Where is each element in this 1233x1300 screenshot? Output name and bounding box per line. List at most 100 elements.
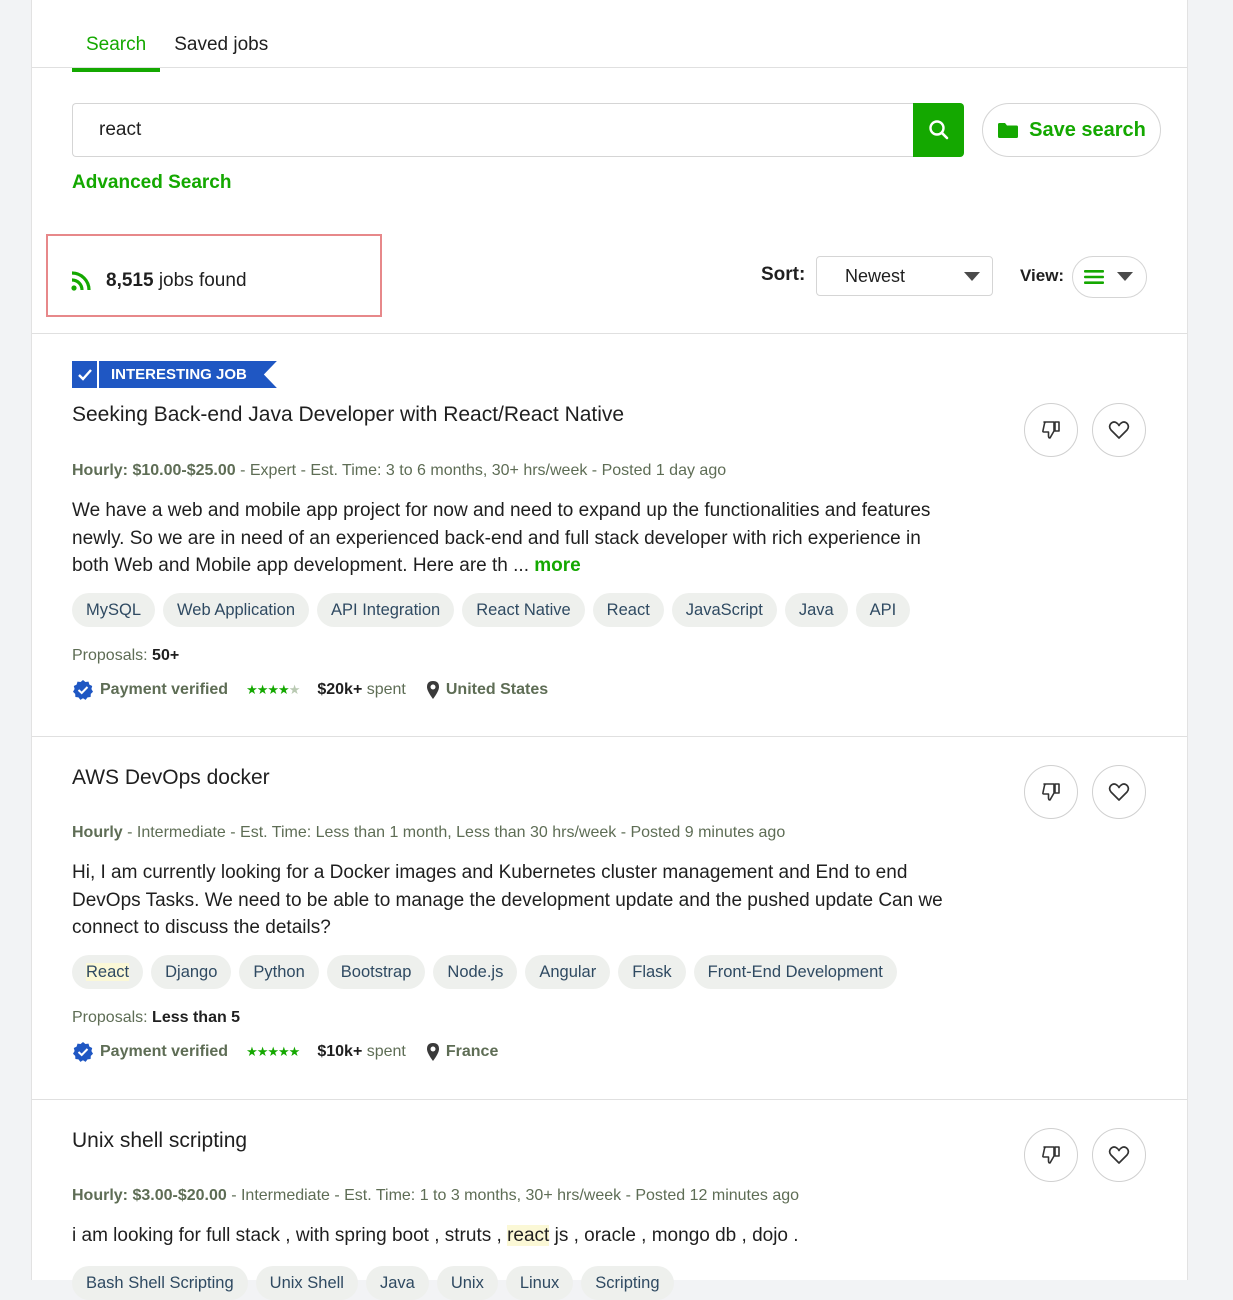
client-location: United States — [426, 680, 548, 700]
save-job-button[interactable] — [1092, 765, 1146, 819]
skill-tag[interactable]: Flask — [618, 955, 686, 989]
dislike-button[interactable] — [1024, 403, 1078, 457]
location-label: France — [445, 1043, 499, 1060]
tab-saved-jobs[interactable]: Saved jobs — [160, 26, 282, 64]
proposals-label: Proposals: — [72, 1009, 148, 1026]
dislike-button[interactable] — [1024, 765, 1078, 819]
skill-tag[interactable]: Unix — [436, 1266, 498, 1300]
job-meta: Hourly - Intermediate - Est. Time: Less … — [72, 824, 785, 842]
skill-tag[interactable]: Java — [365, 1266, 429, 1300]
job-meta-details: - Expert - Est. Time: 3 to 6 months, 30+… — [235, 462, 727, 479]
skill-tag-label: React — [86, 963, 130, 981]
skill-tag[interactable]: Unix Shell — [255, 1266, 358, 1300]
skill-tag[interactable]: JavaScript — [671, 593, 777, 627]
payment-verified: Payment verified — [100, 681, 229, 698]
list-view-icon — [1084, 270, 1104, 284]
skill-tag[interactable]: Bootstrap — [326, 955, 426, 989]
job-title[interactable]: AWS DevOps docker — [72, 766, 270, 790]
verified-badge-icon — [73, 1042, 93, 1062]
skill-tag[interactable]: React — [592, 593, 664, 627]
skill-tag[interactable]: Python — [239, 955, 319, 989]
heart-icon — [1108, 421, 1130, 439]
skill-tag[interactable]: Linux — [505, 1266, 574, 1300]
more-link[interactable]: more — [534, 555, 580, 576]
spent-amount: $20k+ — [317, 681, 363, 698]
job-title[interactable]: Unix shell scripting — [72, 1129, 247, 1153]
spent-label: spent — [362, 681, 406, 698]
client-info: Payment verified ★★★★★ $10k+ spent Franc… — [72, 1041, 498, 1063]
job-description: Hi, I am currently looking for a Docker … — [72, 862, 943, 938]
proposals-value: Less than 5 — [152, 1009, 241, 1026]
badge-label: INTERESTING JOB — [99, 361, 277, 388]
view-toggle[interactable] — [1072, 256, 1147, 298]
search-input[interactable] — [72, 103, 913, 157]
save-search-label: Save search — [1029, 118, 1146, 141]
job-description-text: We have a web and mobile app project for… — [72, 500, 931, 576]
rss-icon[interactable] — [70, 270, 92, 292]
checkmark-icon — [72, 361, 99, 388]
skill-tag[interactable]: API — [855, 593, 911, 627]
rating-stars: ★★★★★ — [246, 1044, 300, 1059]
folder-icon — [998, 122, 1019, 138]
skill-tag[interactable]: Java — [784, 593, 848, 627]
job-card[interactable]: Unix shell scripting Hourly: $3.00-$20.0… — [32, 1100, 1189, 1300]
job-meta: Hourly: $10.00-$25.00 - Expert - Est. Ti… — [72, 462, 726, 480]
skill-tags: MySQL Web Application API Integration Re… — [72, 593, 911, 627]
interesting-job-badge: INTERESTING JOB — [72, 361, 277, 388]
total-spent: $10k+ spent — [317, 1043, 406, 1061]
skill-tag[interactable]: Bash Shell Scripting — [72, 1266, 248, 1300]
desc-before: i am looking for full stack , with sprin… — [72, 1225, 508, 1246]
job-meta-details: - Intermediate - Est. Time: 1 to 3 month… — [226, 1187, 800, 1204]
thumbs-down-icon — [1042, 421, 1060, 439]
job-rate: Hourly: $3.00-$20.00 — [72, 1187, 227, 1204]
job-description: i am looking for full stack , with sprin… — [72, 1222, 952, 1250]
save-search-button[interactable]: Save search — [982, 103, 1161, 157]
search-icon — [928, 120, 948, 140]
advanced-search-link[interactable]: Advanced Search — [72, 172, 231, 194]
proposals: Proposals: 50+ — [72, 647, 179, 665]
heart-icon — [1108, 1146, 1130, 1164]
skill-tag[interactable]: Front-End Development — [693, 955, 897, 989]
dislike-button[interactable] — [1024, 1128, 1078, 1182]
jobs-count: 8,515 — [106, 270, 154, 291]
skill-tag[interactable]: Node.js — [433, 955, 518, 989]
view-label: View: — [1020, 266, 1065, 285]
skill-tag[interactable]: API Integration — [317, 593, 455, 627]
skill-tag[interactable]: Scripting — [581, 1266, 674, 1300]
tab-search[interactable]: Search — [72, 26, 161, 72]
location-pin-icon — [426, 1043, 439, 1061]
jobs-count-suffix: jobs found — [153, 270, 247, 291]
desc-after: js , oracle , mongo db , dojo . — [549, 1225, 799, 1246]
spent-label: spent — [362, 1043, 406, 1060]
job-card[interactable]: INTERESTING JOB Seeking Back-end Java De… — [32, 361, 1189, 736]
skill-tag[interactable]: React — [72, 955, 144, 989]
skill-tag[interactable]: Web Application — [163, 593, 310, 627]
skill-tags: React Django Python Bootstrap Node.js An… — [72, 955, 897, 989]
job-card[interactable]: AWS DevOps docker Hourly - Intermediate … — [32, 737, 1189, 1099]
spent-amount: $10k+ — [317, 1043, 363, 1060]
skill-tag[interactable]: MySQL — [72, 593, 156, 627]
proposals-label: Proposals: — [72, 647, 148, 664]
skill-tag[interactable]: Angular — [525, 955, 611, 989]
skill-tag[interactable]: React Native — [462, 593, 585, 627]
tab-bar: Search Saved jobs — [72, 26, 282, 72]
sort-select[interactable]: Newest — [816, 256, 993, 296]
proposals-value: 50+ — [152, 647, 180, 664]
tabs-divider — [32, 67, 1187, 68]
sort-value: Newest — [845, 265, 906, 286]
job-title[interactable]: Seeking Back-end Java Developer with Rea… — [72, 403, 624, 427]
location-pin-icon — [426, 681, 439, 699]
total-spent: $20k+ spent — [317, 681, 406, 699]
search-term-highlight: react — [507, 1225, 550, 1246]
job-rate: Hourly: $10.00-$25.00 — [72, 462, 236, 479]
job-rate: Hourly — [72, 824, 123, 841]
verified-badge-icon — [73, 680, 93, 700]
thumbs-down-icon — [1042, 1146, 1060, 1164]
client-info: Payment verified ★★★★★ $20k+ spent Unite… — [72, 679, 548, 701]
skill-tag[interactable]: Django — [151, 955, 232, 989]
job-meta-details: - Intermediate - Est. Time: Less than 1 … — [122, 824, 786, 841]
search-button[interactable] — [913, 103, 964, 157]
save-job-button[interactable] — [1092, 1128, 1146, 1182]
thumbs-down-icon — [1042, 783, 1060, 801]
save-job-button[interactable] — [1092, 403, 1146, 457]
